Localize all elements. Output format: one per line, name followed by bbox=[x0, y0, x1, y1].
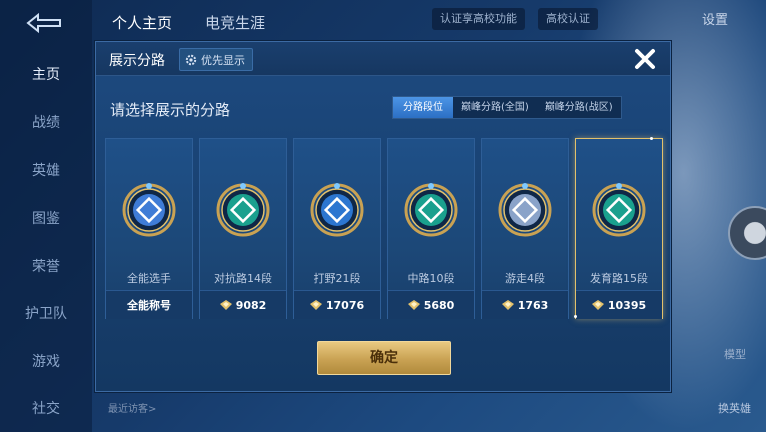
lane-card[interactable]: 发育路15段 10395 bbox=[574, 137, 663, 319]
nav-item-heroes[interactable]: 英雄 bbox=[0, 160, 92, 180]
swap-hero-button[interactable]: 换英雄 bbox=[718, 400, 751, 416]
lane-card-stat: 5680 bbox=[423, 298, 455, 312]
dialog-header: 展示分路 优先显示 bbox=[96, 42, 670, 76]
rank-tabs: 分路段位 巅峰分路(全国) 巅峰分路(战区) bbox=[392, 96, 622, 119]
back-arrow-icon[interactable] bbox=[22, 12, 66, 34]
model-label[interactable]: 模型 bbox=[724, 346, 746, 362]
lane-card-stat-row: 全能称号 bbox=[106, 290, 192, 319]
lane-card-name: 打野21段 bbox=[313, 272, 361, 285]
selection-sparkle bbox=[574, 315, 577, 318]
rank-emblem-icon bbox=[404, 183, 458, 237]
points-icon bbox=[591, 300, 604, 310]
points-icon bbox=[501, 300, 514, 310]
nav-item-guard[interactable]: 护卫队 bbox=[0, 303, 92, 323]
campus-cert-pill[interactable]: 高校认证 bbox=[538, 8, 598, 30]
rank-emblem-icon bbox=[310, 183, 364, 237]
nav-item-games[interactable]: 游戏 bbox=[0, 351, 92, 371]
lane-card-stat-row: 5680 bbox=[388, 290, 474, 319]
tab-peak-lane-national[interactable]: 巅峰分路(全国) bbox=[453, 97, 537, 118]
rank-emblem-icon bbox=[216, 183, 270, 237]
points-icon bbox=[309, 300, 322, 310]
rank-emblem-icon bbox=[498, 183, 552, 237]
lane-card-stat-row: 17076 bbox=[294, 290, 380, 319]
priority-display-label: 优先显示 bbox=[201, 53, 245, 67]
nav-item-social[interactable]: 社交 bbox=[0, 398, 92, 418]
lane-card[interactable]: 对抗路14段 9082 bbox=[199, 138, 287, 319]
left-nav: 主页 战绩 英雄 图鉴 荣誉 护卫队 游戏 社交 bbox=[0, 0, 92, 432]
close-icon[interactable] bbox=[630, 44, 660, 74]
lane-card-name: 对抗路14段 bbox=[214, 272, 272, 285]
dialog-subtitle: 请选择展示的分路 bbox=[110, 101, 231, 119]
nav-item-home[interactable]: 主页 bbox=[0, 64, 92, 84]
lane-card-stat-row: 9082 bbox=[200, 290, 286, 319]
recent-visitors[interactable]: 最近访客> bbox=[108, 400, 156, 415]
rank-emblem-icon bbox=[122, 183, 176, 237]
lane-card-stat: 全能称号 bbox=[127, 299, 171, 312]
tab-personal-home[interactable]: 个人主页 bbox=[112, 12, 172, 33]
lane-card-name: 发育路15段 bbox=[590, 272, 648, 285]
lane-card-name: 中路10段 bbox=[407, 272, 455, 285]
lane-card-name: 游走4段 bbox=[505, 272, 545, 285]
nav-item-honor[interactable]: 荣誉 bbox=[0, 256, 92, 276]
lane-card-stat: 10395 bbox=[607, 298, 647, 312]
campus-benefit-pill[interactable]: 认证享高校功能 bbox=[432, 8, 525, 30]
lane-card[interactable]: 打野21段 17076 bbox=[293, 138, 381, 319]
nav-item-record[interactable]: 战绩 bbox=[0, 112, 92, 132]
lane-card-stat: 1763 bbox=[517, 298, 549, 312]
settings-button[interactable]: 设置 bbox=[702, 9, 728, 28]
tab-peak-lane-region[interactable]: 巅峰分路(战区) bbox=[537, 97, 621, 118]
tab-lane-rank[interactable]: 分路段位 bbox=[393, 97, 453, 118]
lane-card-stat: 17076 bbox=[325, 298, 365, 312]
tab-esports-career[interactable]: 电竞生涯 bbox=[205, 12, 265, 33]
lane-card-name: 全能选手 bbox=[127, 272, 171, 285]
lane-card-stat-row: 10395 bbox=[576, 290, 662, 319]
gear-icon bbox=[185, 54, 197, 65]
points-icon bbox=[407, 300, 420, 310]
lane-card-stat-row: 1763 bbox=[482, 290, 568, 319]
lane-card[interactable]: 全能选手 全能称号 bbox=[105, 138, 193, 319]
nav-item-codex[interactable]: 图鉴 bbox=[0, 208, 92, 228]
lane-card[interactable]: 中路10段 5680 bbox=[387, 138, 475, 319]
selection-sparkle bbox=[650, 137, 653, 140]
dialog-title: 展示分路 bbox=[109, 53, 165, 69]
priority-display-button[interactable]: 优先显示 bbox=[179, 48, 253, 71]
points-icon bbox=[219, 300, 232, 310]
lane-card[interactable]: 游走4段 1763 bbox=[481, 138, 569, 319]
lane-display-dialog: 展示分路 优先显示 请选择展示的分路 分路段位 巅峰分路(全国) 巅峰分路(战区… bbox=[95, 41, 671, 392]
lane-card-stat: 9082 bbox=[235, 298, 267, 312]
confirm-button[interactable]: 确定 bbox=[317, 341, 451, 375]
rank-emblem-icon bbox=[592, 183, 646, 237]
